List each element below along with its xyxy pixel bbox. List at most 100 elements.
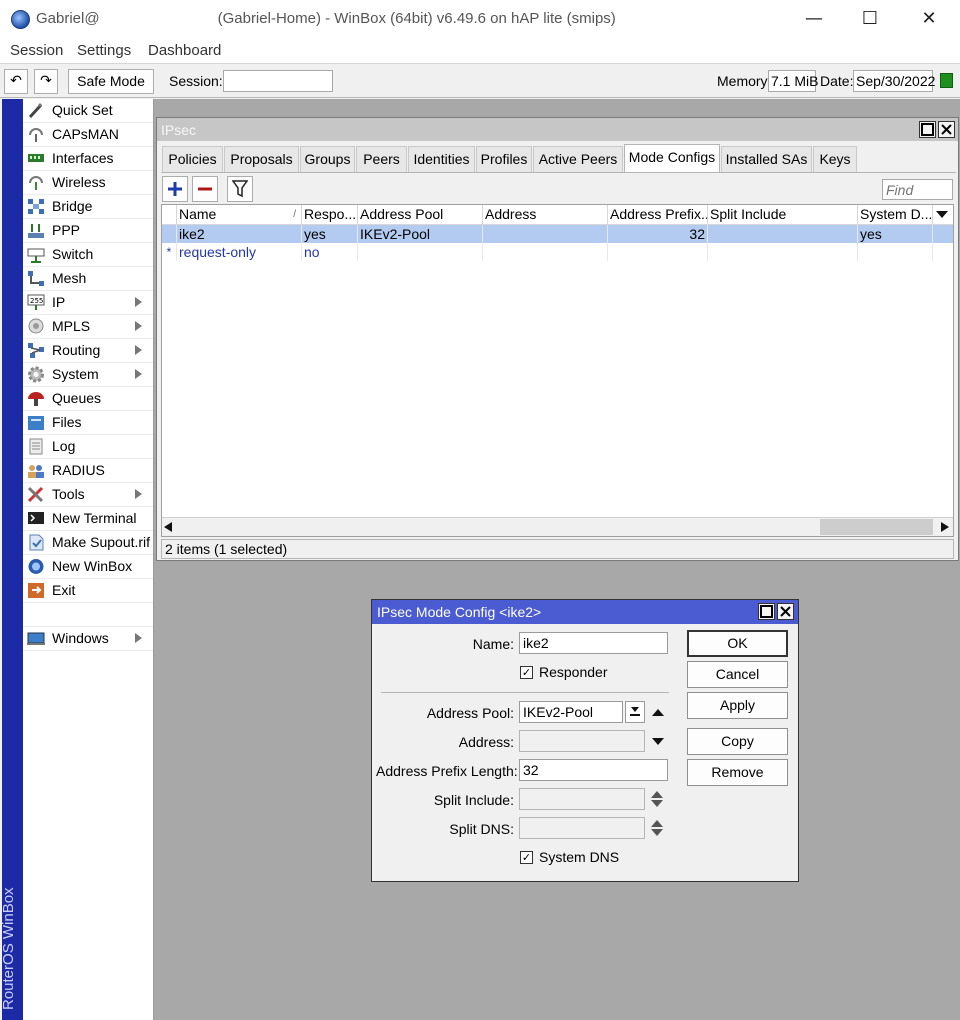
maximize-button[interactable]: ☐ — [841, 0, 899, 38]
address-prefix-length-label: Address Prefix Length: — [376, 763, 518, 779]
address-pool-select[interactable]: IKEv2-Pool — [519, 701, 623, 723]
cancel-button[interactable]: Cancel — [687, 661, 788, 688]
split-include-updown-icon[interactable] — [651, 791, 663, 807]
split-dns-updown-icon[interactable] — [651, 820, 663, 836]
ipsec-maximize-button[interactable] — [919, 121, 936, 138]
ipsec-title-bar[interactable]: IPsec — [157, 118, 958, 141]
close-button[interactable]: ✕ — [900, 0, 958, 38]
ok-button[interactable]: OK — [687, 630, 788, 657]
split-include-input[interactable] — [519, 788, 645, 810]
plus-icon — [168, 182, 182, 196]
tab-divider — [161, 172, 956, 173]
table-row[interactable]: ike2 yes IKEv2-Pool 32 yes — [162, 225, 953, 243]
sidebar-item-exit[interactable]: Exit — [23, 579, 153, 603]
filter-button[interactable] — [227, 176, 253, 202]
system-dns-checkbox[interactable]: ✓ — [520, 851, 533, 864]
sidebar-item-capsman[interactable]: CAPsMAN — [23, 123, 153, 147]
sidebar-item-files[interactable]: Files — [23, 411, 153, 435]
column-header-address-prefix[interactable]: Address Prefix... — [608, 205, 708, 225]
sidebar-item-mesh[interactable]: Mesh — [23, 267, 153, 291]
sidebar-item-make-supout[interactable]: Make Supout.rif — [23, 531, 153, 555]
supout-icon — [27, 534, 45, 551]
memory-label: Memory: — [717, 73, 772, 89]
sidebar-item-new-terminal[interactable]: New Terminal — [23, 507, 153, 531]
sidebar-item-ip[interactable]: 255 IP — [23, 291, 153, 315]
sidebar-item-mpls[interactable]: MPLS — [23, 315, 153, 339]
ipsec-close-button[interactable] — [938, 121, 955, 138]
sidebar-spacer — [23, 603, 153, 627]
status-bar: 2 items (1 selected) — [161, 539, 954, 559]
remove-button[interactable] — [192, 176, 218, 202]
horizontal-scrollbar[interactable] — [162, 517, 953, 536]
table-row[interactable]: * request-only no — [162, 243, 953, 261]
winbox-icon — [27, 558, 45, 575]
address-pool-dropdown[interactable] — [625, 701, 645, 723]
split-dns-input[interactable] — [519, 817, 645, 839]
column-header-responder[interactable]: Respo... — [302, 205, 358, 225]
redo-button[interactable]: ↷ — [34, 69, 58, 94]
responder-label: Responder — [539, 664, 608, 680]
mesh-icon — [27, 270, 45, 287]
column-header-address-pool[interactable]: Address Pool — [358, 205, 483, 225]
column-header-address[interactable]: Address — [483, 205, 608, 225]
sidebar-label: Exit — [52, 582, 76, 598]
sidebar-item-bridge[interactable]: Bridge — [23, 195, 153, 219]
tab-groups[interactable]: Groups — [300, 146, 355, 172]
scroll-right-icon[interactable] — [941, 522, 949, 532]
tab-installed-sas[interactable]: Installed SAs — [721, 146, 812, 172]
toolbar: ↶ ↷ Safe Mode Session: Memory: 7.1 MiB D… — [0, 63, 960, 98]
apply-button[interactable]: Apply — [687, 692, 788, 719]
routing-icon — [27, 342, 45, 359]
session-field[interactable] — [223, 70, 333, 92]
add-button[interactable] — [162, 176, 188, 202]
column-chooser-button[interactable] — [933, 205, 953, 225]
sidebar-item-system[interactable]: System — [23, 363, 153, 387]
remove-field-icon[interactable] — [652, 709, 664, 716]
find-input[interactable] — [882, 179, 953, 200]
sidebar-item-tools[interactable]: Tools — [23, 483, 153, 507]
column-header-name[interactable]: Name / — [177, 205, 302, 225]
tab-mode-configs[interactable]: Mode Configs — [624, 144, 720, 172]
name-input[interactable]: ike2 — [519, 632, 668, 654]
undo-button[interactable]: ↶ — [4, 69, 28, 94]
address-input[interactable] — [519, 730, 645, 752]
sidebar-item-radius[interactable]: RADIUS — [23, 459, 153, 483]
menu-session[interactable]: Session — [10, 42, 63, 59]
tab-active-peers[interactable]: Active Peers — [533, 146, 623, 172]
sidebar-item-routing[interactable]: Routing — [23, 339, 153, 363]
expand-field-icon[interactable] — [652, 738, 664, 745]
dialog-title-bar[interactable]: IPsec Mode Config <ike2> — [372, 600, 798, 624]
column-header-split-include[interactable]: Split Include — [708, 205, 858, 225]
sidebar-item-ppp[interactable]: PPP — [23, 219, 153, 243]
sidebar-item-queues[interactable]: Queues — [23, 387, 153, 411]
sidebar-item-quick-set[interactable]: Quick Set — [23, 99, 153, 123]
bridge-icon — [27, 198, 45, 215]
sidebar-item-switch[interactable]: Switch — [23, 243, 153, 267]
sidebar-item-new-winbox[interactable]: New WinBox — [23, 555, 153, 579]
menu-dashboard[interactable]: Dashboard — [148, 42, 221, 59]
address-prefix-length-input[interactable]: 32 — [519, 759, 668, 781]
tab-proposals[interactable]: Proposals — [224, 146, 299, 172]
sidebar-item-log[interactable]: Log — [23, 435, 153, 459]
scroll-left-icon[interactable] — [164, 522, 172, 532]
remove-dialog-button[interactable]: Remove — [687, 759, 788, 786]
tab-keys[interactable]: Keys — [813, 146, 857, 172]
sidebar-item-wireless[interactable]: Wireless — [23, 171, 153, 195]
redo-icon: ↷ — [40, 73, 52, 89]
menu-settings[interactable]: Settings — [77, 42, 131, 59]
minimize-button[interactable]: — — [785, 0, 843, 38]
tab-peers[interactable]: Peers — [356, 146, 407, 172]
dialog-maximize-button[interactable] — [758, 603, 775, 620]
tab-identities[interactable]: Identities — [408, 146, 475, 172]
tab-policies[interactable]: Policies — [162, 146, 223, 172]
svg-text:255: 255 — [30, 297, 43, 305]
safe-mode-button[interactable]: Safe Mode — [68, 69, 154, 94]
tab-profiles[interactable]: Profiles — [476, 146, 532, 172]
dialog-close-button[interactable] — [777, 603, 794, 620]
copy-button[interactable]: Copy — [687, 728, 788, 755]
sidebar-item-windows[interactable]: Windows — [23, 627, 153, 651]
scrollbar-thumb[interactable] — [820, 519, 933, 535]
column-header-system-dns[interactable]: System D... — [858, 205, 933, 225]
responder-checkbox[interactable]: ✓ — [520, 666, 533, 679]
sidebar-item-interfaces[interactable]: Interfaces — [23, 147, 153, 171]
